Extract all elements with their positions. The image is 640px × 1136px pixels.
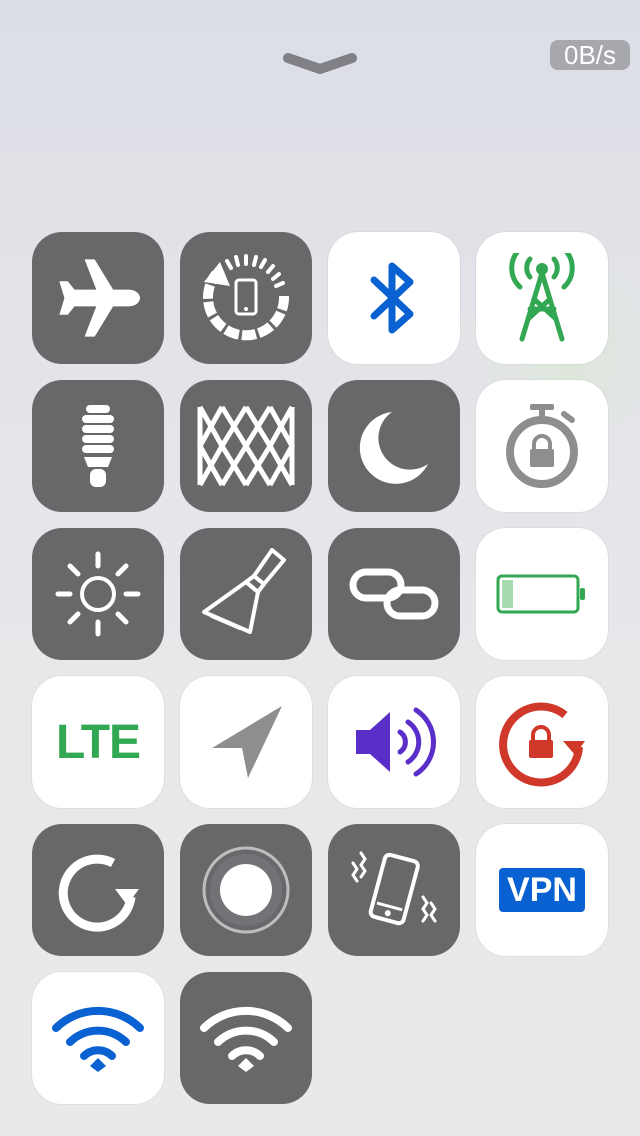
refresh-icon [32,824,164,956]
location-arrow-icon [180,676,312,808]
link-toggle[interactable] [328,528,460,660]
network-speed-badge: 0B/s [550,40,630,70]
airplane-mode-toggle[interactable] [32,232,164,364]
link-icon [328,528,460,660]
brightness-toggle[interactable] [32,528,164,660]
vpn-icon: VPN [476,824,608,956]
cell-tower-icon [476,232,608,364]
clear-cache-toggle[interactable] [180,528,312,660]
volume-toggle[interactable] [328,676,460,808]
assistive-touch-icon [180,824,312,956]
speaker-icon [328,676,460,808]
vibrate-toggle[interactable] [328,824,460,956]
battery-toggle[interactable] [476,528,608,660]
airplane-icon [32,232,164,364]
lte-toggle[interactable]: LTE [32,676,164,808]
sun-icon [32,528,164,660]
vpn-toggle[interactable]: VPN [476,824,608,956]
stopwatch-lock-icon [476,380,608,512]
lightbulb-icon [32,380,164,512]
cellular-data-toggle[interactable] [476,232,608,364]
refresh-toggle[interactable] [32,824,164,956]
phone-rotation-icon [180,232,312,364]
moon-icon [328,380,460,512]
pattern-icon [180,380,312,512]
broom-icon [180,528,312,660]
chevron-down-icon[interactable] [282,50,358,78]
wifi-icon [32,972,164,1104]
wifi-toggle[interactable] [32,972,164,1104]
pattern-toggle[interactable] [180,380,312,512]
rotation-lock-icon [476,676,608,808]
assistive-touch-toggle[interactable] [180,824,312,956]
vpn-label: VPN [499,868,585,912]
wifi-icon [180,972,312,1104]
low-power-toggle[interactable] [32,380,164,512]
data-saver-toggle[interactable] [180,232,312,364]
bluetooth-icon [328,232,460,364]
location-toggle[interactable] [180,676,312,808]
lte-icon: LTE [32,676,164,808]
battery-icon [476,528,608,660]
do-not-disturb-toggle[interactable] [328,380,460,512]
lte-label: LTE [55,715,141,769]
bluetooth-toggle[interactable] [328,232,460,364]
wifi-hotspot-toggle[interactable] [180,972,312,1104]
vibrate-phone-icon [328,824,460,956]
timer-lock-toggle[interactable] [476,380,608,512]
rotation-lock-toggle[interactable] [476,676,608,808]
